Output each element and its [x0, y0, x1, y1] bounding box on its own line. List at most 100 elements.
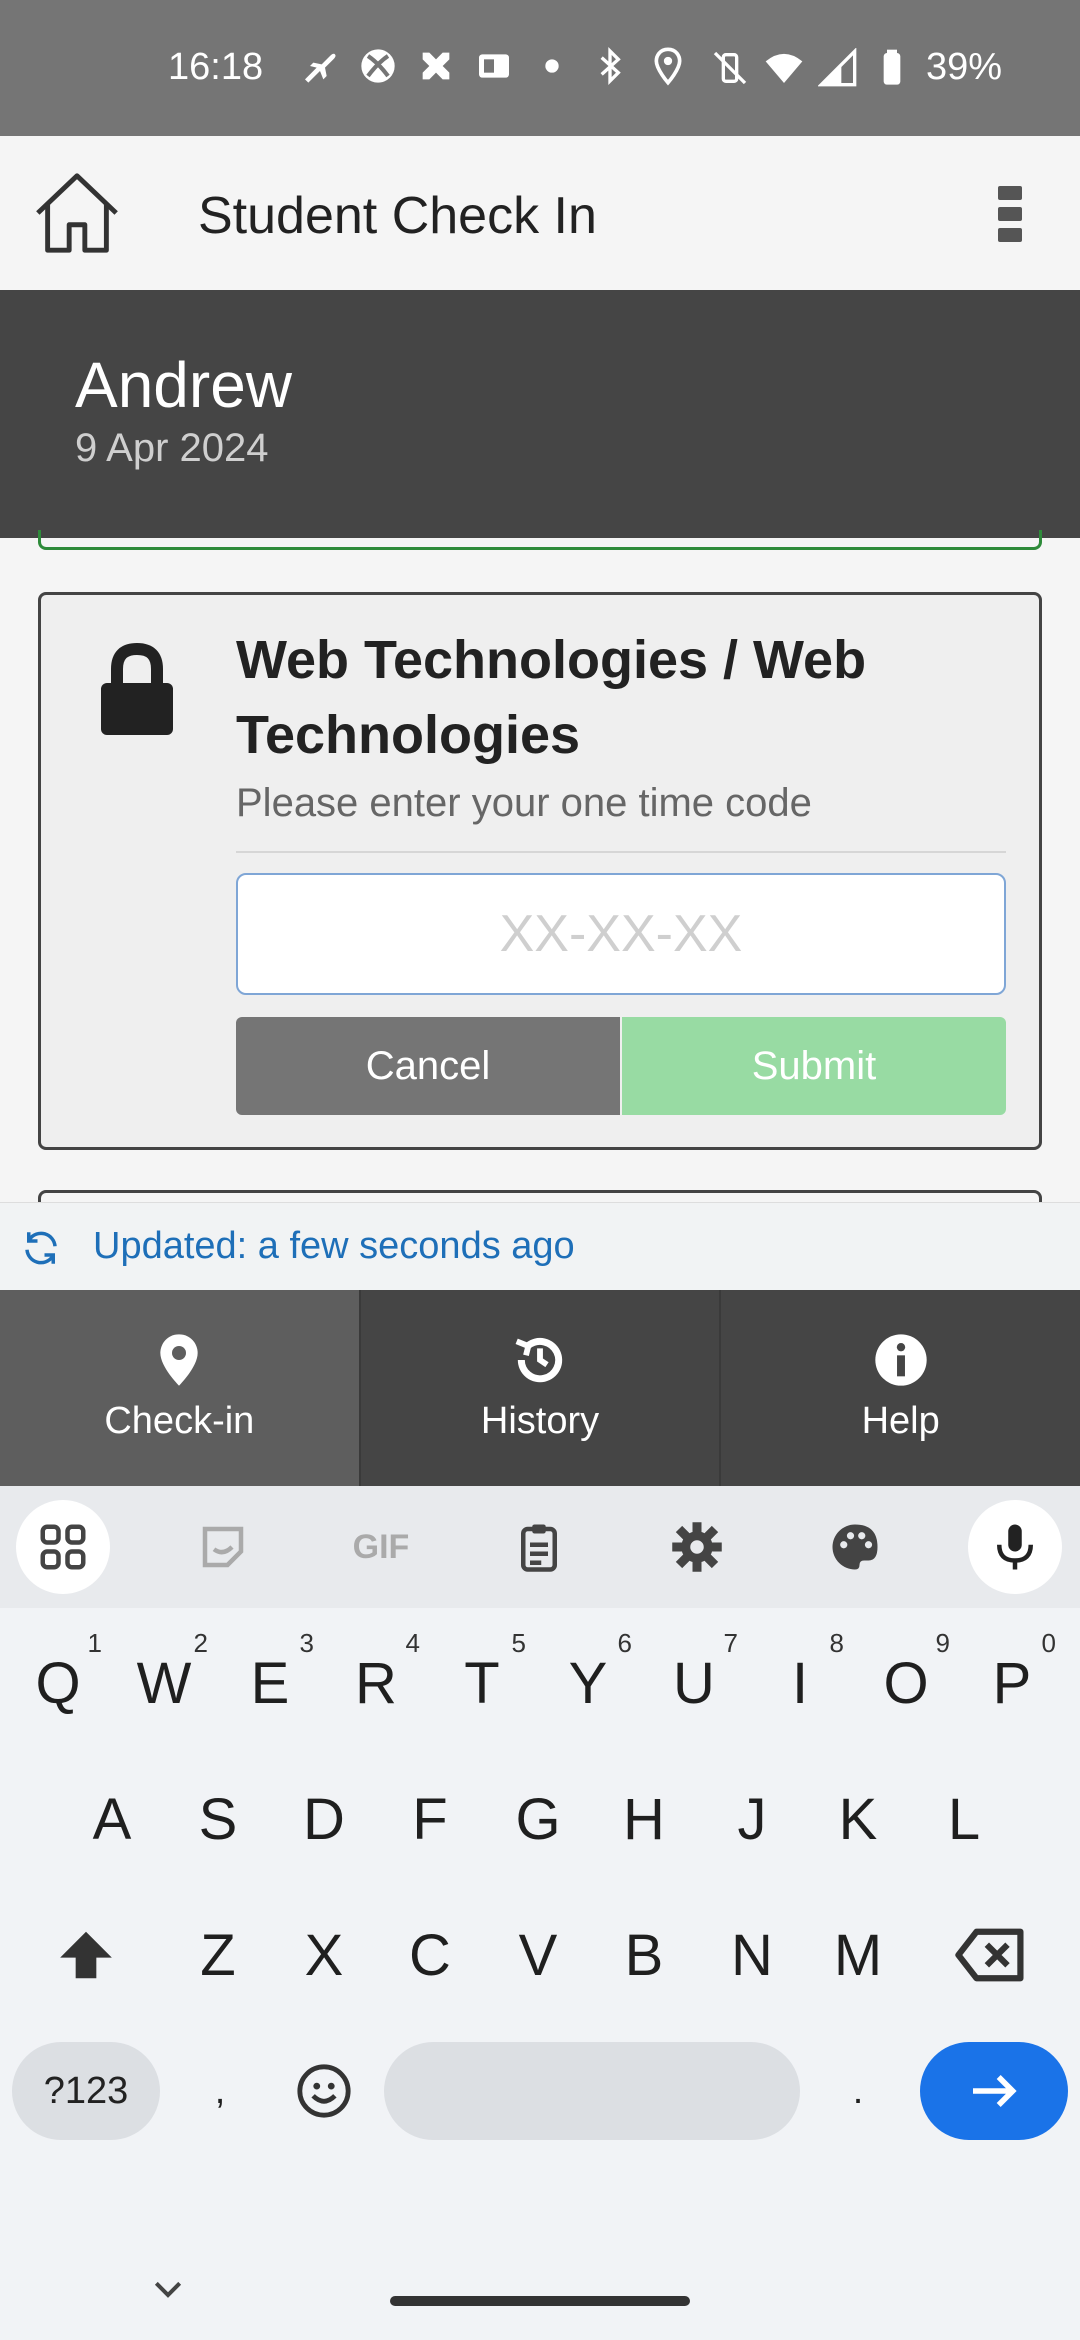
home-icon[interactable]	[30, 166, 124, 260]
check-in-card: Web Technologies / Web Technologies Plea…	[38, 592, 1042, 1150]
history-icon	[515, 1338, 563, 1383]
tab-label: Check-in	[104, 1400, 255, 1442]
clipboard-button[interactable]	[492, 1500, 586, 1594]
key-p[interactable]: P0	[962, 1618, 1062, 1748]
outlook-icon	[479, 54, 509, 78]
key-r[interactable]: R4	[326, 1618, 426, 1748]
battery-level: 39%	[925, 46, 1002, 88]
key-i[interactable]: I8	[750, 1618, 850, 1748]
key-o[interactable]: O9	[856, 1618, 956, 1748]
soft-keyboard: GIF Q1 W2 E3 R4 T5 Y6 U7 I8 O9 P0 A S D …	[0, 1486, 1080, 2340]
divider	[236, 851, 1006, 853]
key-v[interactable]: V	[488, 1890, 588, 2020]
key-e[interactable]: E3	[220, 1618, 320, 1748]
previous-card-edge	[38, 530, 1042, 550]
key-row-4: ?123 , .	[0, 2026, 1080, 2156]
key-period[interactable]: .	[808, 2042, 908, 2140]
symbols-key[interactable]: ?123	[12, 2042, 160, 2140]
map-pin-icon	[160, 1334, 198, 1386]
session-date: 9 Apr 2024	[75, 426, 269, 470]
sticker-button[interactable]	[176, 1500, 270, 1594]
key-l[interactable]: L	[914, 1754, 1014, 1884]
palette-icon	[832, 1524, 878, 1570]
key-row-1: Q1 W2 E3 R4 T5 Y6 U7 I8 O9 P0	[0, 1618, 1080, 1748]
key-comma[interactable]: ,	[170, 2042, 270, 2140]
key-z[interactable]: Z	[168, 1890, 268, 2020]
signal-icon	[817, 47, 857, 86]
backspace-key[interactable]	[942, 1890, 1042, 2020]
sticker-icon	[202, 1526, 244, 1568]
page-title: Student Check In	[198, 187, 597, 245]
location-icon	[654, 47, 682, 86]
dot-icon	[545, 59, 559, 73]
microphone-icon	[997, 1524, 1033, 1570]
flight-mode-icon	[305, 53, 336, 83]
keyboard-toolbar: GIF	[0, 1486, 1080, 1608]
update-status-bar: Updated: a few seconds ago	[0, 1202, 1080, 1290]
emoji-icon	[297, 2064, 351, 2118]
student-header: Andrew 9 Apr 2024	[0, 290, 1080, 538]
key-b[interactable]: B	[594, 1890, 694, 2020]
gesture-nav-handle[interactable]	[390, 2296, 690, 2306]
update-status-text: Updated: a few seconds ago	[93, 1225, 575, 1267]
key-row-2: A S D F G H J K L	[0, 1754, 1080, 1884]
submit-button[interactable]: Submit	[622, 1017, 1006, 1115]
bottom-navigation: Check-in History Help	[0, 1290, 1080, 1486]
key-c[interactable]: C	[380, 1890, 480, 2020]
key-f[interactable]: F	[380, 1754, 480, 1884]
key-s[interactable]: S	[168, 1754, 268, 1884]
tab-label: History	[480, 1400, 600, 1442]
key-g[interactable]: G	[488, 1754, 588, 1884]
clipboard-icon	[521, 1524, 557, 1572]
gallery-icon	[422, 52, 450, 80]
key-d[interactable]: D	[274, 1754, 374, 1884]
key-j[interactable]: J	[702, 1754, 802, 1884]
key-m[interactable]: M	[808, 1890, 908, 2020]
key-row-3: Z X C V B N M	[0, 1890, 1080, 2020]
tab-history[interactable]: History	[361, 1290, 722, 1486]
battery-icon	[883, 49, 901, 85]
cancel-button[interactable]: Cancel	[236, 1017, 620, 1115]
hide-keyboard-icon[interactable]	[148, 2270, 188, 2310]
info-icon	[875, 1334, 927, 1386]
one-time-code-input[interactable]	[236, 873, 1006, 995]
gif-button[interactable]: GIF	[334, 1500, 428, 1594]
settings-button[interactable]	[650, 1500, 744, 1594]
wifi-icon	[765, 53, 803, 83]
lock-icon	[101, 642, 173, 735]
status-time: 16:18	[168, 46, 264, 88]
shift-icon	[60, 1931, 112, 1979]
apps-grid-button[interactable]	[16, 1500, 110, 1594]
key-h[interactable]: H	[594, 1754, 694, 1884]
vibrate-off-icon	[713, 51, 747, 84]
more-options-icon[interactable]	[996, 184, 1024, 244]
status-system-icons: 39%	[710, 46, 1002, 89]
key-a[interactable]: A	[62, 1754, 162, 1884]
xbox-icon	[361, 49, 395, 83]
course-title: Web Technologies / Web Technologies	[236, 630, 867, 765]
app-bar: Student Check In	[0, 136, 1080, 290]
tab-help[interactable]: Help	[721, 1290, 1080, 1486]
emoji-key[interactable]	[274, 2042, 374, 2140]
status-bar: 16:18 39%	[0, 0, 1080, 136]
space-key[interactable]	[384, 2042, 800, 2140]
gif-icon: GIF	[352, 1527, 410, 1566]
key-t[interactable]: T5	[432, 1618, 532, 1748]
shift-key[interactable]	[36, 1890, 136, 2020]
refresh-icon[interactable]	[20, 1227, 62, 1269]
backspace-icon	[955, 1928, 1024, 1982]
key-x[interactable]: X	[274, 1890, 374, 2020]
key-y[interactable]: Y6	[538, 1618, 638, 1748]
bluetooth-icon	[600, 46, 621, 86]
key-w[interactable]: W2	[114, 1618, 214, 1748]
voice-input-button[interactable]	[968, 1500, 1062, 1594]
key-u[interactable]: U7	[644, 1618, 744, 1748]
enter-key[interactable]	[920, 2042, 1068, 2140]
settings-icon	[672, 1522, 722, 1572]
key-n[interactable]: N	[702, 1890, 802, 2020]
key-q[interactable]: Q1	[8, 1618, 108, 1748]
theme-button[interactable]	[808, 1500, 902, 1594]
student-name: Andrew	[75, 349, 292, 421]
key-k[interactable]: K	[808, 1754, 908, 1884]
tab-check-in[interactable]: Check-in	[0, 1290, 361, 1486]
